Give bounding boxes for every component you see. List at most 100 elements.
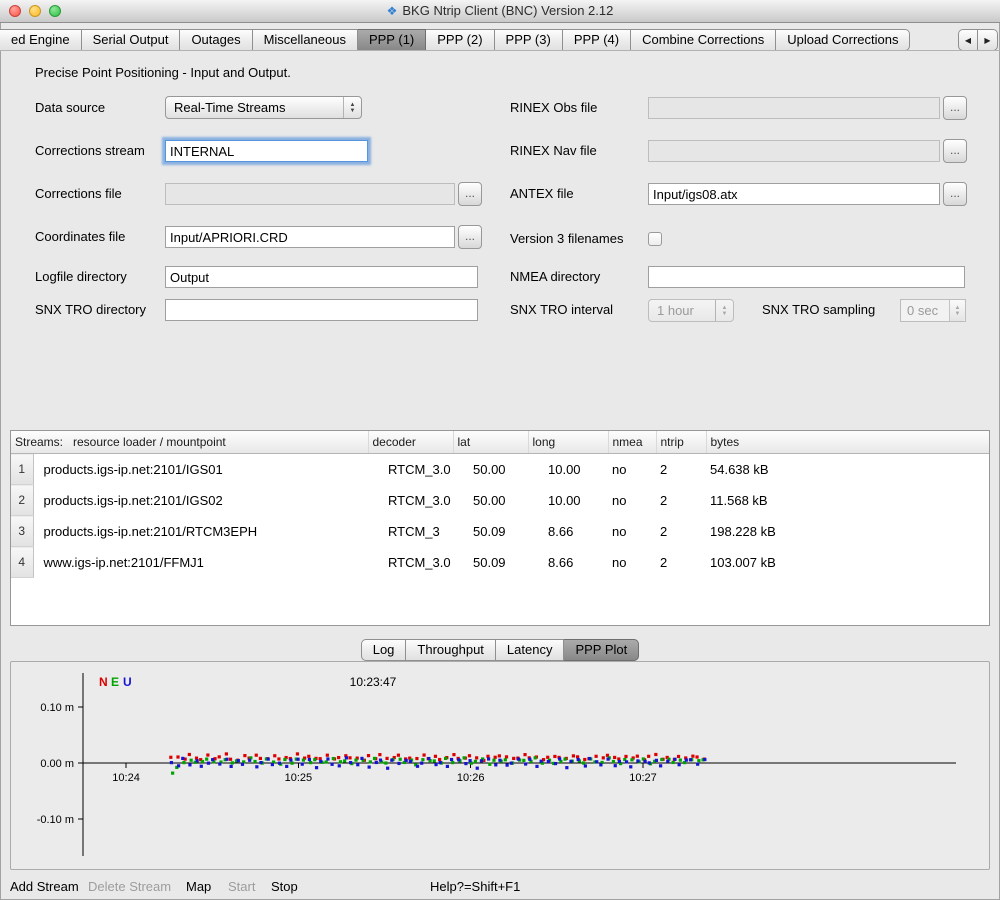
cell-mountpoint[interactable]: products.igs-ip.net:2101/IGS02	[33, 485, 368, 516]
cell-ntrip[interactable]: 2	[656, 547, 706, 578]
stepper-arrows-icon: ▲▼	[343, 97, 361, 118]
stream-row[interactable]: 4 www.igs-ip.net:2101/FFMJ1 RTCM_3.0 50.…	[11, 547, 989, 578]
cell-lat[interactable]: 50.09	[453, 516, 528, 547]
stream-row[interactable]: 2 products.igs-ip.net:2101/IGS02 RTCM_3.…	[11, 485, 989, 516]
data-source-select[interactable]: Real-Time Streams ▲▼	[165, 96, 362, 119]
svg-text:10:24: 10:24	[112, 772, 140, 784]
cell-ntrip[interactable]: 2	[656, 516, 706, 547]
tab-scroll-left-button[interactable]: ◀	[958, 29, 978, 51]
svg-text:E: E	[111, 675, 119, 689]
bnc-window: ❖BKG Ntrip Client (BNC) Version 2.12 ed …	[0, 0, 1000, 900]
cell-decoder[interactable]: RTCM_3	[368, 516, 453, 547]
nmea-directory-input[interactable]	[648, 266, 965, 288]
header-decoder[interactable]: decoder	[368, 431, 453, 454]
row-number[interactable]: 4	[11, 547, 33, 578]
svg-text:0.10 m: 0.10 m	[40, 702, 74, 714]
cell-long[interactable]: 8.66	[528, 547, 608, 578]
tab-feed-engine[interactable]: ed Engine	[0, 29, 82, 51]
stream-row[interactable]: 1 products.igs-ip.net:2101/IGS01 RTCM_3.…	[11, 454, 989, 485]
cell-nmea[interactable]: no	[608, 516, 656, 547]
cell-ntrip[interactable]: 2	[656, 454, 706, 485]
snx-tro-interval-value: 1 hour	[657, 303, 694, 318]
cell-nmea[interactable]: no	[608, 485, 656, 516]
cell-decoder[interactable]: RTCM_3.0	[368, 485, 453, 516]
cell-mountpoint[interactable]: www.igs-ip.net:2101/FFMJ1	[33, 547, 368, 578]
cell-lat[interactable]: 50.00	[453, 454, 528, 485]
tab-serial-output[interactable]: Serial Output	[82, 29, 181, 51]
cell-ntrip[interactable]: 2	[656, 485, 706, 516]
corrections-file-label: Corrections file	[35, 183, 122, 205]
tab-scroll-buttons: ◀ ▶	[958, 29, 998, 51]
cell-mountpoint[interactable]: products.igs-ip.net:2101/IGS01	[33, 454, 368, 485]
rinex-nav-file-browse-button[interactable]: ...	[943, 139, 967, 163]
tab-scroll-right-button[interactable]: ▶	[978, 29, 998, 51]
cell-long[interactable]: 10.00	[528, 485, 608, 516]
header-long[interactable]: long	[528, 431, 608, 454]
tab-ppp-3[interactable]: PPP (3)	[495, 29, 563, 51]
header-nmea[interactable]: nmea	[608, 431, 656, 454]
cell-decoder[interactable]: RTCM_3.0	[368, 454, 453, 485]
tab-latency[interactable]: Latency	[496, 639, 565, 661]
rinex-obs-file-browse-button[interactable]: ...	[943, 96, 967, 120]
header-bytes[interactable]: bytes	[706, 431, 989, 454]
tab-combine-corrections[interactable]: Combine Corrections	[631, 29, 776, 51]
tab-log[interactable]: Log	[361, 639, 407, 661]
map-button[interactable]: Map	[186, 879, 211, 894]
row-number[interactable]: 3	[11, 516, 33, 547]
snx-tro-sampling-value: 0 sec	[907, 303, 938, 318]
snx-tro-sampling-spinbox: 0 sec ▲▼	[900, 299, 966, 322]
coordinates-file-input[interactable]	[165, 226, 455, 248]
cell-nmea[interactable]: no	[608, 547, 656, 578]
cell-long[interactable]: 8.66	[528, 516, 608, 547]
corrections-file-input	[165, 183, 455, 205]
header-ntrip[interactable]: ntrip	[656, 431, 706, 454]
stop-button[interactable]: Stop	[271, 879, 298, 894]
cell-lat[interactable]: 50.00	[453, 485, 528, 516]
version3-filenames-checkbox[interactable]	[648, 232, 662, 246]
row-number[interactable]: 1	[11, 454, 33, 485]
window-title: ❖BKG Ntrip Client (BNC) Version 2.12	[0, 0, 1000, 22]
tab-miscellaneous[interactable]: Miscellaneous	[253, 29, 358, 51]
corrections-file-browse-button[interactable]: ...	[458, 182, 482, 206]
tab-upload-corrections[interactable]: Upload Corrections	[776, 29, 910, 51]
header-mountpoint[interactable]: Streams: resource loader / mountpoint	[11, 431, 368, 454]
ppp-plot: 0.10 m0.00 m-0.10 m10:2410:2510:2610:27N…	[10, 661, 990, 870]
status-bar: Add Stream Delete Stream Map Start Stop …	[0, 874, 1000, 900]
data-source-value: Real-Time Streams	[174, 100, 285, 115]
tab-throughput[interactable]: Throughput	[406, 639, 496, 661]
cell-bytes[interactable]: 11.568 kB	[706, 485, 989, 516]
row-number[interactable]: 2	[11, 485, 33, 516]
cell-bytes[interactable]: 103.007 kB	[706, 547, 989, 578]
cell-mountpoint[interactable]: products.igs-ip.net:2101/RTCM3EPH	[33, 516, 368, 547]
coordinates-file-browse-button[interactable]: ...	[458, 225, 482, 249]
tab-outages[interactable]: Outages	[180, 29, 252, 51]
tab-ppp-1[interactable]: PPP (1)	[358, 29, 426, 51]
title-bar[interactable]: ❖BKG Ntrip Client (BNC) Version 2.12	[0, 0, 1000, 23]
svg-text:10:25: 10:25	[285, 772, 313, 784]
streams-table: Streams: resource loader / mountpoint de…	[10, 430, 990, 626]
antex-file-browse-button[interactable]: ...	[943, 182, 967, 206]
version3-filenames-label: Version 3 filenames	[510, 228, 623, 250]
cell-bytes[interactable]: 198.228 kB	[706, 516, 989, 547]
cell-long[interactable]: 10.00	[528, 454, 608, 485]
start-button: Start	[228, 879, 255, 894]
cell-nmea[interactable]: no	[608, 454, 656, 485]
cell-decoder[interactable]: RTCM_3.0	[368, 547, 453, 578]
corrections-stream-input[interactable]	[165, 140, 368, 162]
header-lat[interactable]: lat	[453, 431, 528, 454]
logfile-directory-input[interactable]	[165, 266, 478, 288]
tab-ppp-4[interactable]: PPP (4)	[563, 29, 631, 51]
nmea-directory-label: NMEA directory	[510, 266, 600, 288]
snx-tro-directory-input[interactable]	[165, 299, 478, 321]
antex-file-input[interactable]	[648, 183, 940, 205]
stream-row[interactable]: 3 products.igs-ip.net:2101/RTCM3EPH RTCM…	[11, 516, 989, 547]
tab-ppp-2[interactable]: PPP (2)	[426, 29, 494, 51]
add-stream-button[interactable]: Add Stream	[10, 879, 79, 894]
tab-ppp-plot[interactable]: PPP Plot	[564, 639, 639, 661]
cell-lat[interactable]: 50.09	[453, 547, 528, 578]
ppp-plot-canvas: 0.10 m0.00 m-0.10 m10:2410:2510:2610:27N…	[11, 662, 989, 869]
spinbox-arrows-icon: ▲▼	[949, 300, 965, 321]
cell-bytes[interactable]: 54.638 kB	[706, 454, 989, 485]
svg-text:0.00 m: 0.00 m	[40, 758, 74, 770]
stepper-arrows-icon: ▲▼	[715, 300, 733, 321]
